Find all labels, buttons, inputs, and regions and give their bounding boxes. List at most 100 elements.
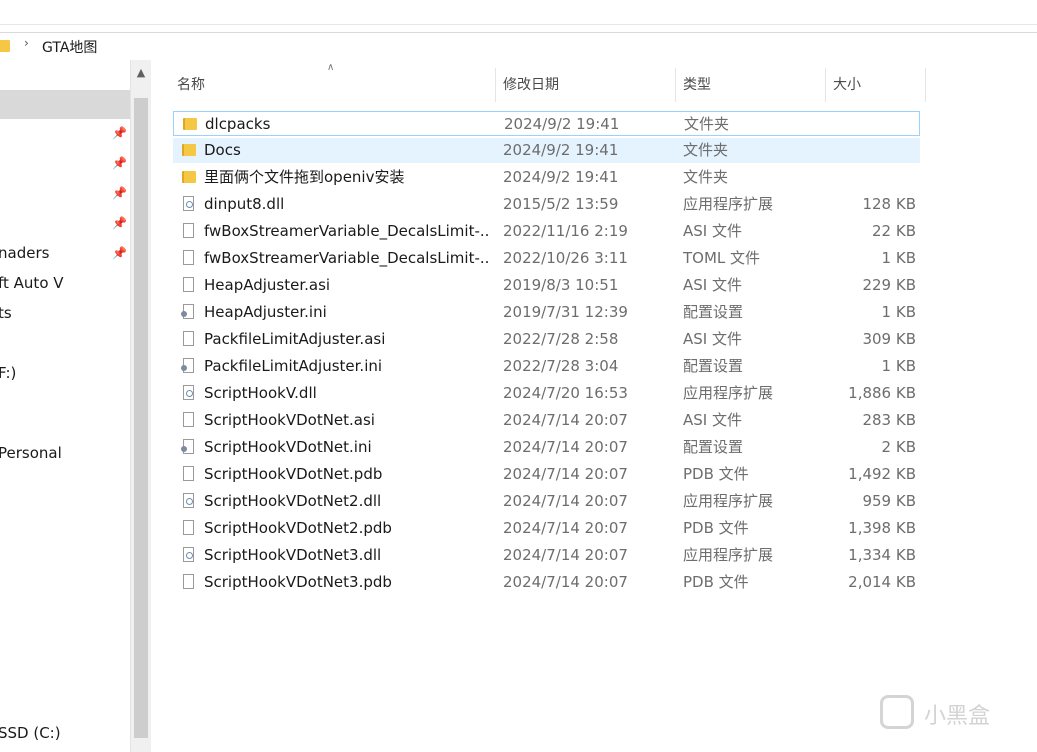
file-row[interactable]: ScriptHookVDotNet.ini 2024/7/14 20:07 配置设置… xyxy=(173,435,920,460)
file-type: 文件夹 xyxy=(683,168,729,186)
icon-shape xyxy=(183,493,194,508)
file-type: 配置设置 xyxy=(683,303,744,321)
watermark-text: 小黑盒 xyxy=(924,704,991,729)
file-size: 283 KB xyxy=(862,411,916,429)
file-date-modified: 2024/7/14 20:07 xyxy=(503,546,628,564)
file-row[interactable]: ScriptHookVDotNet.pdb 2024/7/14 20:07 PDB … xyxy=(173,462,920,487)
file-name: PackfileLimitAdjuster.ini xyxy=(204,357,383,375)
scrollbar-thumb[interactable] xyxy=(134,98,148,738)
column-header-size[interactable]: 大小 xyxy=(833,76,861,102)
pin-icon[interactable]: 📌 xyxy=(112,156,127,170)
nav-scrollbar[interactable]: ▲ xyxy=(130,60,151,752)
column-header-date[interactable]: 修改日期 xyxy=(503,76,559,102)
nav-item-label[interactable]: Personal xyxy=(0,444,62,462)
file-row[interactable]: ScriptHookV.dll 2024/7/20 16:53 应用程序扩展 1,88… xyxy=(173,381,920,406)
file-row[interactable]: fwBoxStreamerVariable_DecalsLimit-... 202… xyxy=(173,246,920,271)
watermark: 小黑盒 xyxy=(880,693,1020,733)
file-size: 1 KB xyxy=(881,303,916,321)
file-size: 22 KB xyxy=(872,222,916,240)
icon-shape xyxy=(183,574,194,589)
pin-icon[interactable]: 📌 xyxy=(112,126,127,140)
file-name: ScriptHookVDotNet.asi xyxy=(204,411,375,429)
breadcrumb-gta-map[interactable]: GTA地图 xyxy=(42,37,97,57)
icon-shape xyxy=(183,196,194,211)
file-row[interactable]: PackfileLimitAdjuster.asi 2022/7/28 2:58 A… xyxy=(173,327,920,352)
file-explorer-window: › GTA地图 📌 📌 📌 📌 📌 naders ft Auto V ts F:… xyxy=(0,0,1037,752)
file-icon xyxy=(181,466,195,482)
file-size: 1,492 KB xyxy=(848,465,916,483)
pin-icon[interactable]: 📌 xyxy=(112,246,127,260)
icon-shape xyxy=(182,144,196,156)
config-file-icon xyxy=(181,439,195,455)
icon-shape xyxy=(183,466,194,481)
file-icon xyxy=(181,250,195,266)
file-icon xyxy=(181,331,195,347)
address-bar[interactable]: › GTA地图 xyxy=(0,32,1037,61)
file-name: fwBoxStreamerVariable_DecalsLimit-... xyxy=(204,222,489,240)
folder-icon xyxy=(182,116,197,132)
file-type: 配置设置 xyxy=(683,357,744,375)
file-row[interactable]: PackfileLimitAdjuster.ini 2022/7/28 3:04 配… xyxy=(173,354,920,379)
pin-icon[interactable]: 📌 xyxy=(112,186,127,200)
config-file-icon xyxy=(181,304,195,320)
file-row[interactable]: ScriptHookVDotNet.asi 2024/7/14 20:07 ASI … xyxy=(173,408,920,433)
file-type: PDB 文件 xyxy=(683,465,749,483)
file-name: ScriptHookVDotNet2.pdb xyxy=(204,519,392,537)
nav-item-label[interactable]: ft Auto V xyxy=(0,274,64,292)
file-row[interactable]: ScriptHookVDotNet3.dll 2024/7/14 20:07 应用程… xyxy=(173,543,920,568)
file-list-pane: ∧ 名称 修改日期 类型 大小 dlcpacks 2024/9/2 19:41 文件… xyxy=(151,60,1037,752)
file-row[interactable]: Docs 2024/9/2 19:41 文件夹 xyxy=(173,138,920,163)
nav-item-drive-c[interactable]: SSD (C:) xyxy=(0,724,61,742)
file-name: dinput8.dll xyxy=(204,195,285,213)
icon-shape xyxy=(182,171,196,183)
pin-icon[interactable]: 📌 xyxy=(112,216,127,230)
dll-file-icon xyxy=(181,493,195,509)
file-date-modified: 2024/7/14 20:07 xyxy=(503,492,628,510)
file-name: Docs xyxy=(204,141,241,159)
file-icon xyxy=(181,412,195,428)
file-row[interactable]: 里面俩个文件拖到openiv安装 2024/9/2 19:41 文件夹 xyxy=(173,165,920,190)
chevron-right-icon[interactable]: › xyxy=(24,36,29,50)
file-row[interactable]: HeapAdjuster.asi 2019/8/3 10:51 ASI 文件 229 … xyxy=(173,273,920,298)
file-row[interactable]: ScriptHookVDotNet2.dll 2024/7/14 20:07 应用程… xyxy=(173,489,920,514)
file-row[interactable]: dinput8.dll 2015/5/2 13:59 应用程序扩展 128 KB xyxy=(173,192,920,217)
file-name: 里面俩个文件拖到openiv安装 xyxy=(204,168,405,186)
column-divider[interactable] xyxy=(825,68,826,102)
file-icon xyxy=(181,574,195,590)
nav-item-label[interactable]: naders xyxy=(0,244,49,262)
column-divider[interactable] xyxy=(675,68,676,102)
file-name: HeapAdjuster.ini xyxy=(204,303,327,321)
file-row[interactable]: ScriptHookVDotNet2.pdb 2024/7/14 20:07 PDB… xyxy=(173,516,920,541)
column-header-type[interactable]: 类型 xyxy=(683,76,711,102)
icon-shape xyxy=(183,118,197,130)
column-header-name[interactable]: 名称 xyxy=(177,76,205,102)
icon-shape xyxy=(183,277,194,292)
file-name: ScriptHookV.dll xyxy=(204,384,317,402)
file-type: ASI 文件 xyxy=(683,222,742,240)
file-row[interactable]: ScriptHookVDotNet3.pdb 2024/7/14 20:07 PDB… xyxy=(173,570,920,595)
dll-file-icon xyxy=(181,196,195,212)
icon-shape xyxy=(181,358,194,373)
file-name: ScriptHookVDotNet3.dll xyxy=(204,546,382,564)
dll-file-icon xyxy=(181,547,195,563)
file-type: ASI 文件 xyxy=(683,411,742,429)
file-row[interactable]: fwBoxStreamerVariable_DecalsLimit-... 202… xyxy=(173,219,920,244)
sort-ascending-icon: ∧ xyxy=(327,62,335,73)
nav-item-label[interactable]: ts xyxy=(0,304,12,322)
file-row[interactable]: dlcpacks 2024/9/2 19:41 文件夹 xyxy=(173,111,920,136)
file-date-modified: 2024/7/14 20:07 xyxy=(503,438,628,456)
file-size: 1 KB xyxy=(881,357,916,375)
file-date-modified: 2022/7/28 2:58 xyxy=(503,330,619,348)
nav-item-selected[interactable] xyxy=(0,90,130,119)
file-date-modified: 2022/7/28 3:04 xyxy=(503,357,619,375)
column-divider[interactable] xyxy=(925,68,926,102)
file-size: 309 KB xyxy=(862,330,916,348)
file-name: ScriptHookVDotNet.ini xyxy=(204,438,372,456)
scroll-up-arrow-icon[interactable]: ▲ xyxy=(131,66,151,79)
column-divider[interactable] xyxy=(495,68,496,102)
file-row[interactable]: HeapAdjuster.ini 2019/7/31 12:39 配置设置 1 KB xyxy=(173,300,920,325)
icon-shape xyxy=(183,547,194,562)
file-type: 文件夹 xyxy=(684,115,730,133)
file-size: 2,014 KB xyxy=(848,573,916,591)
nav-item-label[interactable]: F:) xyxy=(0,364,16,382)
